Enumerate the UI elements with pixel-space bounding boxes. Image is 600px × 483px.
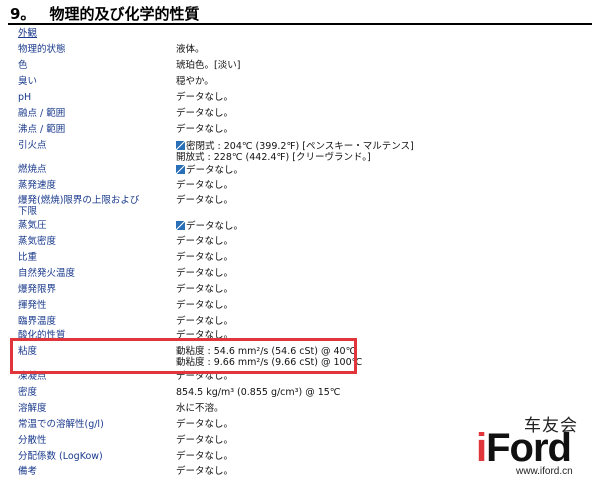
property-label: 揮発性 xyxy=(18,300,47,311)
property-label: 臨界温度 xyxy=(18,316,57,327)
property-label: pH xyxy=(18,92,32,103)
watermark-brand: iFord xyxy=(476,426,572,470)
watermark-logo: 车友会 iFord www.iford.cn xyxy=(468,410,596,480)
property-value: データなし。 xyxy=(176,419,234,430)
property-label: 物理的状態 xyxy=(18,44,66,55)
property-value: データなし。 xyxy=(176,284,234,295)
flag-icon xyxy=(176,221,185,230)
brand-i: i xyxy=(476,426,487,470)
value-text: データなし。 xyxy=(186,221,244,232)
property-label: 備考 xyxy=(18,466,38,477)
property-value: データなし。 xyxy=(176,435,234,446)
label-line-1: 爆発(燃焼)限界の上限および xyxy=(18,195,140,206)
flag-icon xyxy=(176,141,185,150)
property-label: 分配係数 (LogKow) xyxy=(18,451,103,462)
property-label: 常温での溶解性(g/l) xyxy=(18,419,104,430)
property-value: 琥珀色。[淡い] xyxy=(176,60,241,71)
property-value: データなし。 xyxy=(176,236,234,247)
property-value: データなし。 xyxy=(176,268,234,279)
property-label: 蒸気圧 xyxy=(18,220,47,231)
property-value: データなし。 xyxy=(176,316,234,327)
property-value: データなし。 xyxy=(176,300,234,311)
property-label: 自然発火温度 xyxy=(18,268,76,279)
property-value: データなし。 xyxy=(176,195,234,206)
property-value: データなし。 xyxy=(176,165,476,177)
value-text: データなし。 xyxy=(186,165,244,176)
watermark-url: www.iford.cn xyxy=(516,466,573,477)
property-value: データなし。 xyxy=(176,180,234,191)
flag-icon xyxy=(176,165,185,174)
property-label: 臭い xyxy=(18,76,38,87)
property-value: データなし。 xyxy=(176,451,234,462)
viscosity-highlight-box xyxy=(10,338,357,374)
property-label: 融点 / 範囲 xyxy=(18,108,66,119)
property-value: データなし。 xyxy=(176,92,234,103)
property-label: 引火点 xyxy=(18,140,47,151)
section-header: 9。 物理的及び化学的性質 xyxy=(8,4,592,25)
property-value: データなし。 xyxy=(176,108,234,119)
property-value: 854.5 kg/m³ (0.855 g/cm³) @ 15℃ xyxy=(176,387,341,398)
property-value: データなし。 xyxy=(176,252,234,263)
section-number: 9。 xyxy=(10,5,36,23)
property-label: 爆発(燃焼)限界の上限および 下限 xyxy=(18,195,168,217)
property-label: 溶解度 xyxy=(18,403,47,414)
property-value: 密閉式 : 204℃ (399.2℉) [ペンスキー・マルテンス] 開放式 : … xyxy=(176,141,476,163)
property-label: 沸点 / 範囲 xyxy=(18,124,66,135)
property-label: 色 xyxy=(18,60,28,71)
value-line-2: 開放式 : 228℃ (442.4℉) [クリーヴランド。] xyxy=(176,151,371,163)
property-label: 密度 xyxy=(18,387,38,398)
property-label: 爆発限界 xyxy=(18,284,57,295)
label-line-2: 下限 xyxy=(18,205,38,217)
property-value: データなし。 xyxy=(176,466,234,477)
property-value: 水に不溶。 xyxy=(176,403,224,414)
property-label: 分散性 xyxy=(18,435,47,446)
property-value: データなし。 xyxy=(176,124,234,135)
section-title: 物理的及び化学的性質 xyxy=(49,5,200,23)
property-value: 液体。 xyxy=(176,44,205,55)
sds-page: 9。 物理的及び化学的性質 外観 物理的状態 液体。 色 琥珀色。[淡い] 臭い … xyxy=(0,0,600,483)
property-label[interactable]: 外観 xyxy=(18,28,168,40)
value-line-1: 密閉式 : 204℃ (399.2℉) [ペンスキー・マルテンス] xyxy=(186,141,414,152)
property-value: データなし。 xyxy=(176,221,476,233)
property-label: 比重 xyxy=(18,252,38,263)
property-label: 蒸気密度 xyxy=(18,236,57,247)
property-value: 穏やか。 xyxy=(176,76,214,87)
property-label: 燃焼点 xyxy=(18,164,47,175)
property-label: 蒸発速度 xyxy=(18,180,57,191)
brand-rest: Ford xyxy=(486,426,572,470)
